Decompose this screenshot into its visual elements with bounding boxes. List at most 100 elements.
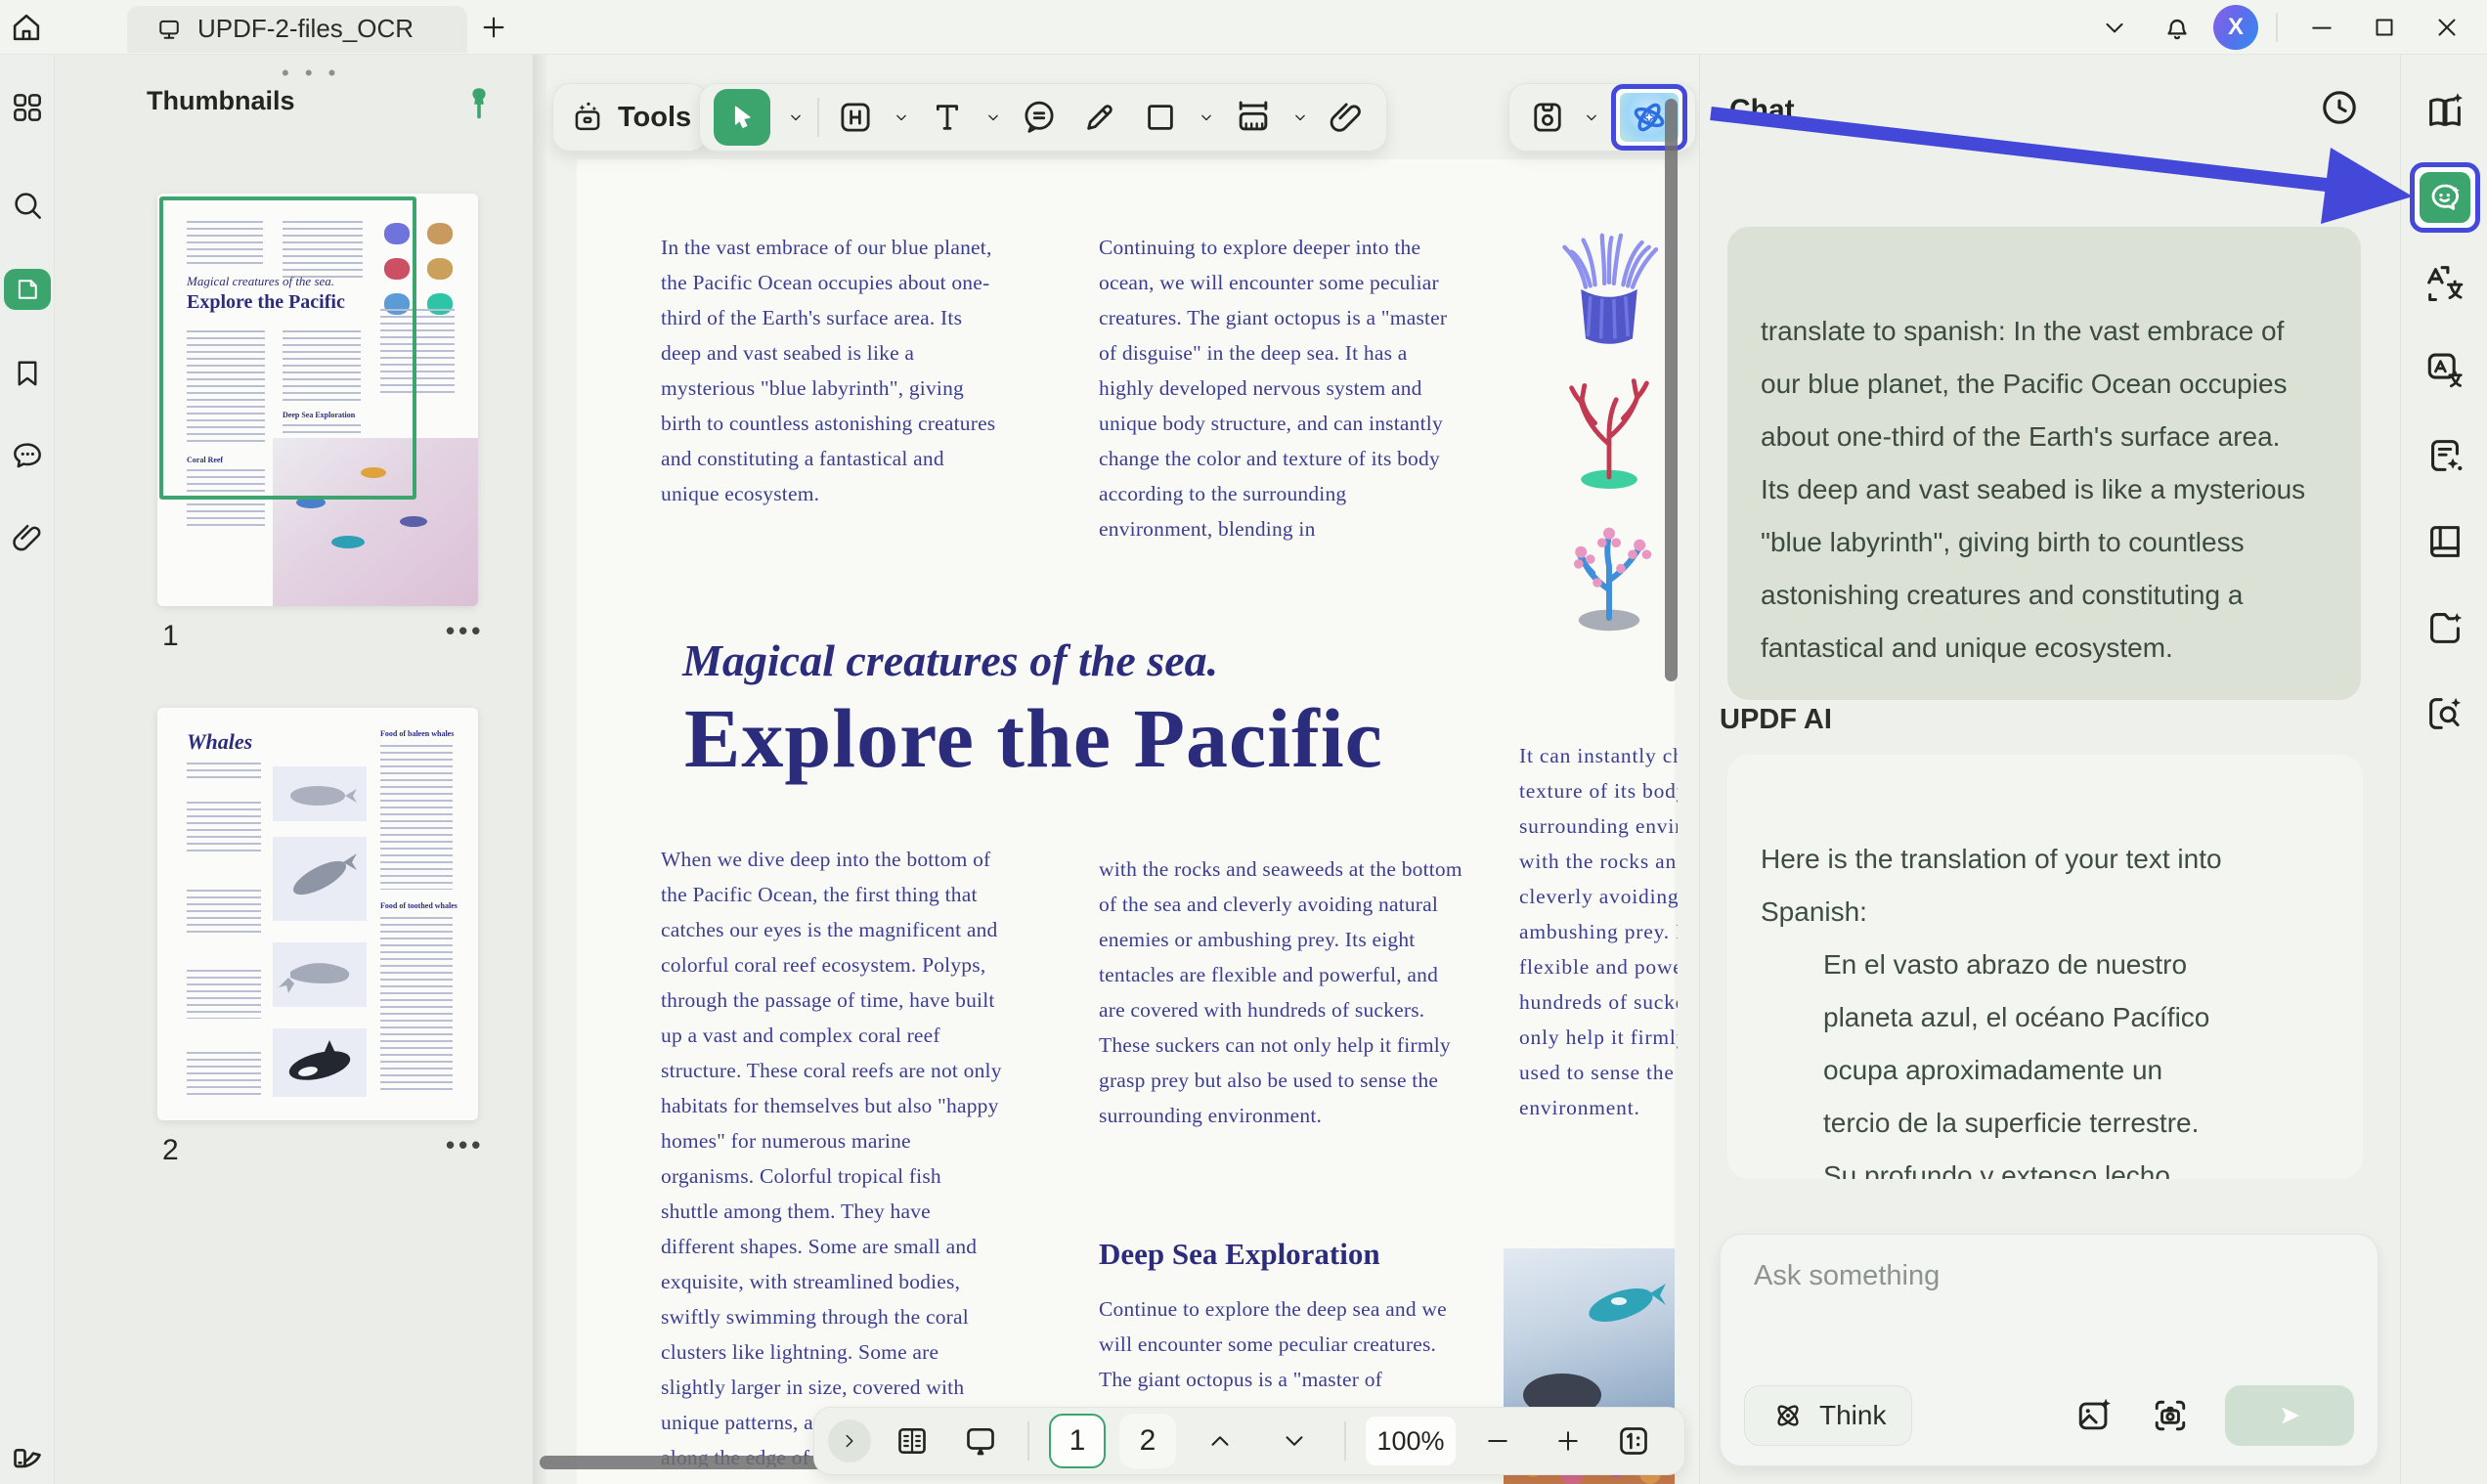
select-tool-dropdown[interactable]	[780, 85, 811, 150]
close-button[interactable]	[2421, 1, 2473, 54]
pin-panel-button[interactable]	[461, 84, 497, 128]
chat-panel-title: Chat	[1729, 94, 1795, 127]
divider	[2276, 13, 2278, 42]
chevron-down-icon	[1197, 108, 1216, 127]
comment-bubble-icon	[1019, 97, 1060, 138]
sidebar-item-read-mode[interactable]	[0, 1421, 55, 1484]
home-button[interactable]	[0, 1, 53, 54]
thumb-coral	[427, 258, 453, 280]
chat-input-placeholder: Ask something	[1754, 1260, 1940, 1292]
thumbnail-page-1[interactable]: Magical creatures of the sea. Explore th…	[157, 194, 478, 606]
chevron-right-icon	[839, 1430, 860, 1452]
zoom-out-button[interactable]	[1469, 1409, 1526, 1473]
coral-blue-image	[1550, 507, 1668, 639]
page-2-label: 2	[162, 1134, 179, 1167]
camera-capture-icon	[2149, 1394, 2192, 1437]
rectangle-icon	[1140, 97, 1181, 138]
page-2-button[interactable]: 2	[1119, 1414, 1176, 1468]
measure-tool-button[interactable]	[1222, 85, 1285, 150]
measure-tool-dropdown[interactable]	[1285, 85, 1316, 150]
ai-search-button[interactable]	[2401, 671, 2487, 757]
shape-tool-button[interactable]	[1130, 85, 1191, 150]
tab-title: UPDF-2-files_OCR	[197, 14, 414, 44]
attach-tool-button[interactable]	[1316, 85, 1376, 150]
panel-drag-handle[interactable]: • • •	[282, 61, 340, 86]
ai-translate-button[interactable]	[2401, 240, 2487, 327]
cursor-icon	[725, 101, 759, 134]
stamp-tool-dropdown[interactable]	[1578, 85, 1605, 150]
maximize-button[interactable]	[2358, 1, 2411, 54]
vertical-scrollbar[interactable]	[1665, 99, 1678, 681]
text-tool-button[interactable]	[917, 85, 978, 150]
user-avatar[interactable]: X	[2213, 5, 2258, 50]
edit-header-tool-button[interactable]	[825, 85, 886, 150]
think-toggle-button[interactable]: Think	[1744, 1385, 1912, 1446]
comment-tool-button[interactable]	[1009, 85, 1069, 150]
viewport-indicator[interactable]	[159, 196, 416, 500]
presentation-mode-button[interactable]	[953, 1409, 1008, 1473]
thumb-text-lines	[187, 1052, 261, 1095]
ai-summary-button[interactable]	[2401, 413, 2487, 499]
whale-image	[273, 766, 367, 821]
title-bar: UPDF-2-files_OCR X	[0, 0, 2487, 55]
edit-header-dropdown[interactable]	[886, 85, 917, 150]
actual-size-button[interactable]	[1610, 1409, 1657, 1473]
active-highlight	[4, 269, 51, 310]
actual-size-icon	[1614, 1421, 1653, 1461]
doc-sparkles-icon	[2422, 433, 2467, 478]
sidebar-item-attachments[interactable]	[0, 502, 55, 573]
header-box-icon	[835, 97, 876, 138]
whale-image	[273, 942, 367, 1007]
sidebar-item-bookmark[interactable]	[0, 338, 55, 409]
bell-icon	[2160, 11, 2194, 44]
stamp-tool-button[interactable]	[1523, 85, 1572, 150]
text-tool-dropdown[interactable]	[978, 85, 1009, 150]
ai-file-button[interactable]	[2401, 585, 2487, 671]
thumb-text-lines	[187, 890, 261, 935]
select-tool-button[interactable]	[710, 85, 780, 150]
ai-message-bubble: Here is the translation of your text int…	[1727, 755, 2363, 1179]
two-page-view-icon	[893, 1421, 932, 1461]
sidebar-item-thumbnails[interactable]	[0, 254, 55, 325]
translate-page-button[interactable]	[2401, 327, 2487, 413]
book-view-button[interactable]	[2401, 499, 2487, 585]
shape-tool-dropdown[interactable]	[1191, 85, 1222, 150]
doc-paragraph: When we dive deep into the bottom of the…	[661, 842, 1003, 1467]
chat-history-button[interactable]	[2316, 84, 2363, 131]
page-2-menu-button[interactable]: •••	[446, 1130, 484, 1160]
chat-input-card[interactable]: Ask something Think	[1720, 1234, 2378, 1466]
next-page-button[interactable]	[1264, 1409, 1325, 1473]
notifications-button[interactable]	[2151, 1, 2203, 54]
page-1-button[interactable]: 1	[1049, 1414, 1106, 1468]
tools-button[interactable]: Tools	[552, 83, 708, 152]
page-1-menu-button[interactable]: •••	[446, 616, 484, 646]
sidebar-item-comments[interactable]	[0, 420, 55, 491]
minimize-button[interactable]	[2295, 1, 2348, 54]
translate-swap-icon	[2422, 261, 2467, 306]
ruler-icon	[1232, 96, 1275, 139]
doc-title: Explore the Pacific	[684, 689, 1383, 787]
screenshot-button[interactable]	[2149, 1394, 2192, 1437]
sidebar-item-apps[interactable]	[0, 72, 55, 143]
panel-resize-gutter[interactable]	[533, 55, 546, 1484]
window-menu-button[interactable]	[2088, 1, 2141, 54]
book-sparkle-icon	[2422, 89, 2467, 134]
send-button[interactable]	[2225, 1385, 2354, 1446]
thumb-text-lines	[187, 970, 261, 1019]
pen-tool-button[interactable]	[1069, 85, 1130, 150]
new-tab-button[interactable]	[467, 1, 520, 54]
zoom-level-field[interactable]: 100%	[1366, 1417, 1456, 1465]
collapse-pager-button[interactable]	[828, 1419, 871, 1462]
sidebar-item-search[interactable]	[0, 170, 55, 240]
document-tab[interactable]: UPDF-2-files_OCR	[127, 6, 467, 53]
page-layout-button[interactable]	[885, 1409, 939, 1473]
doc-paragraph: with the rocks and seaweeds at the botto…	[1099, 851, 1462, 1133]
ai-chat-button[interactable]	[2401, 154, 2487, 240]
presentation-icon	[961, 1421, 1000, 1461]
insert-image-button[interactable]	[2072, 1394, 2116, 1437]
previous-page-button[interactable]	[1190, 1409, 1250, 1473]
ai-reader-button[interactable]	[2401, 68, 2487, 154]
thumbnail-page-2[interactable]: Whales Food of baleen whales Food of too…	[157, 708, 478, 1120]
toolbox-icon	[569, 99, 606, 136]
zoom-in-button[interactable]	[1540, 1409, 1596, 1473]
